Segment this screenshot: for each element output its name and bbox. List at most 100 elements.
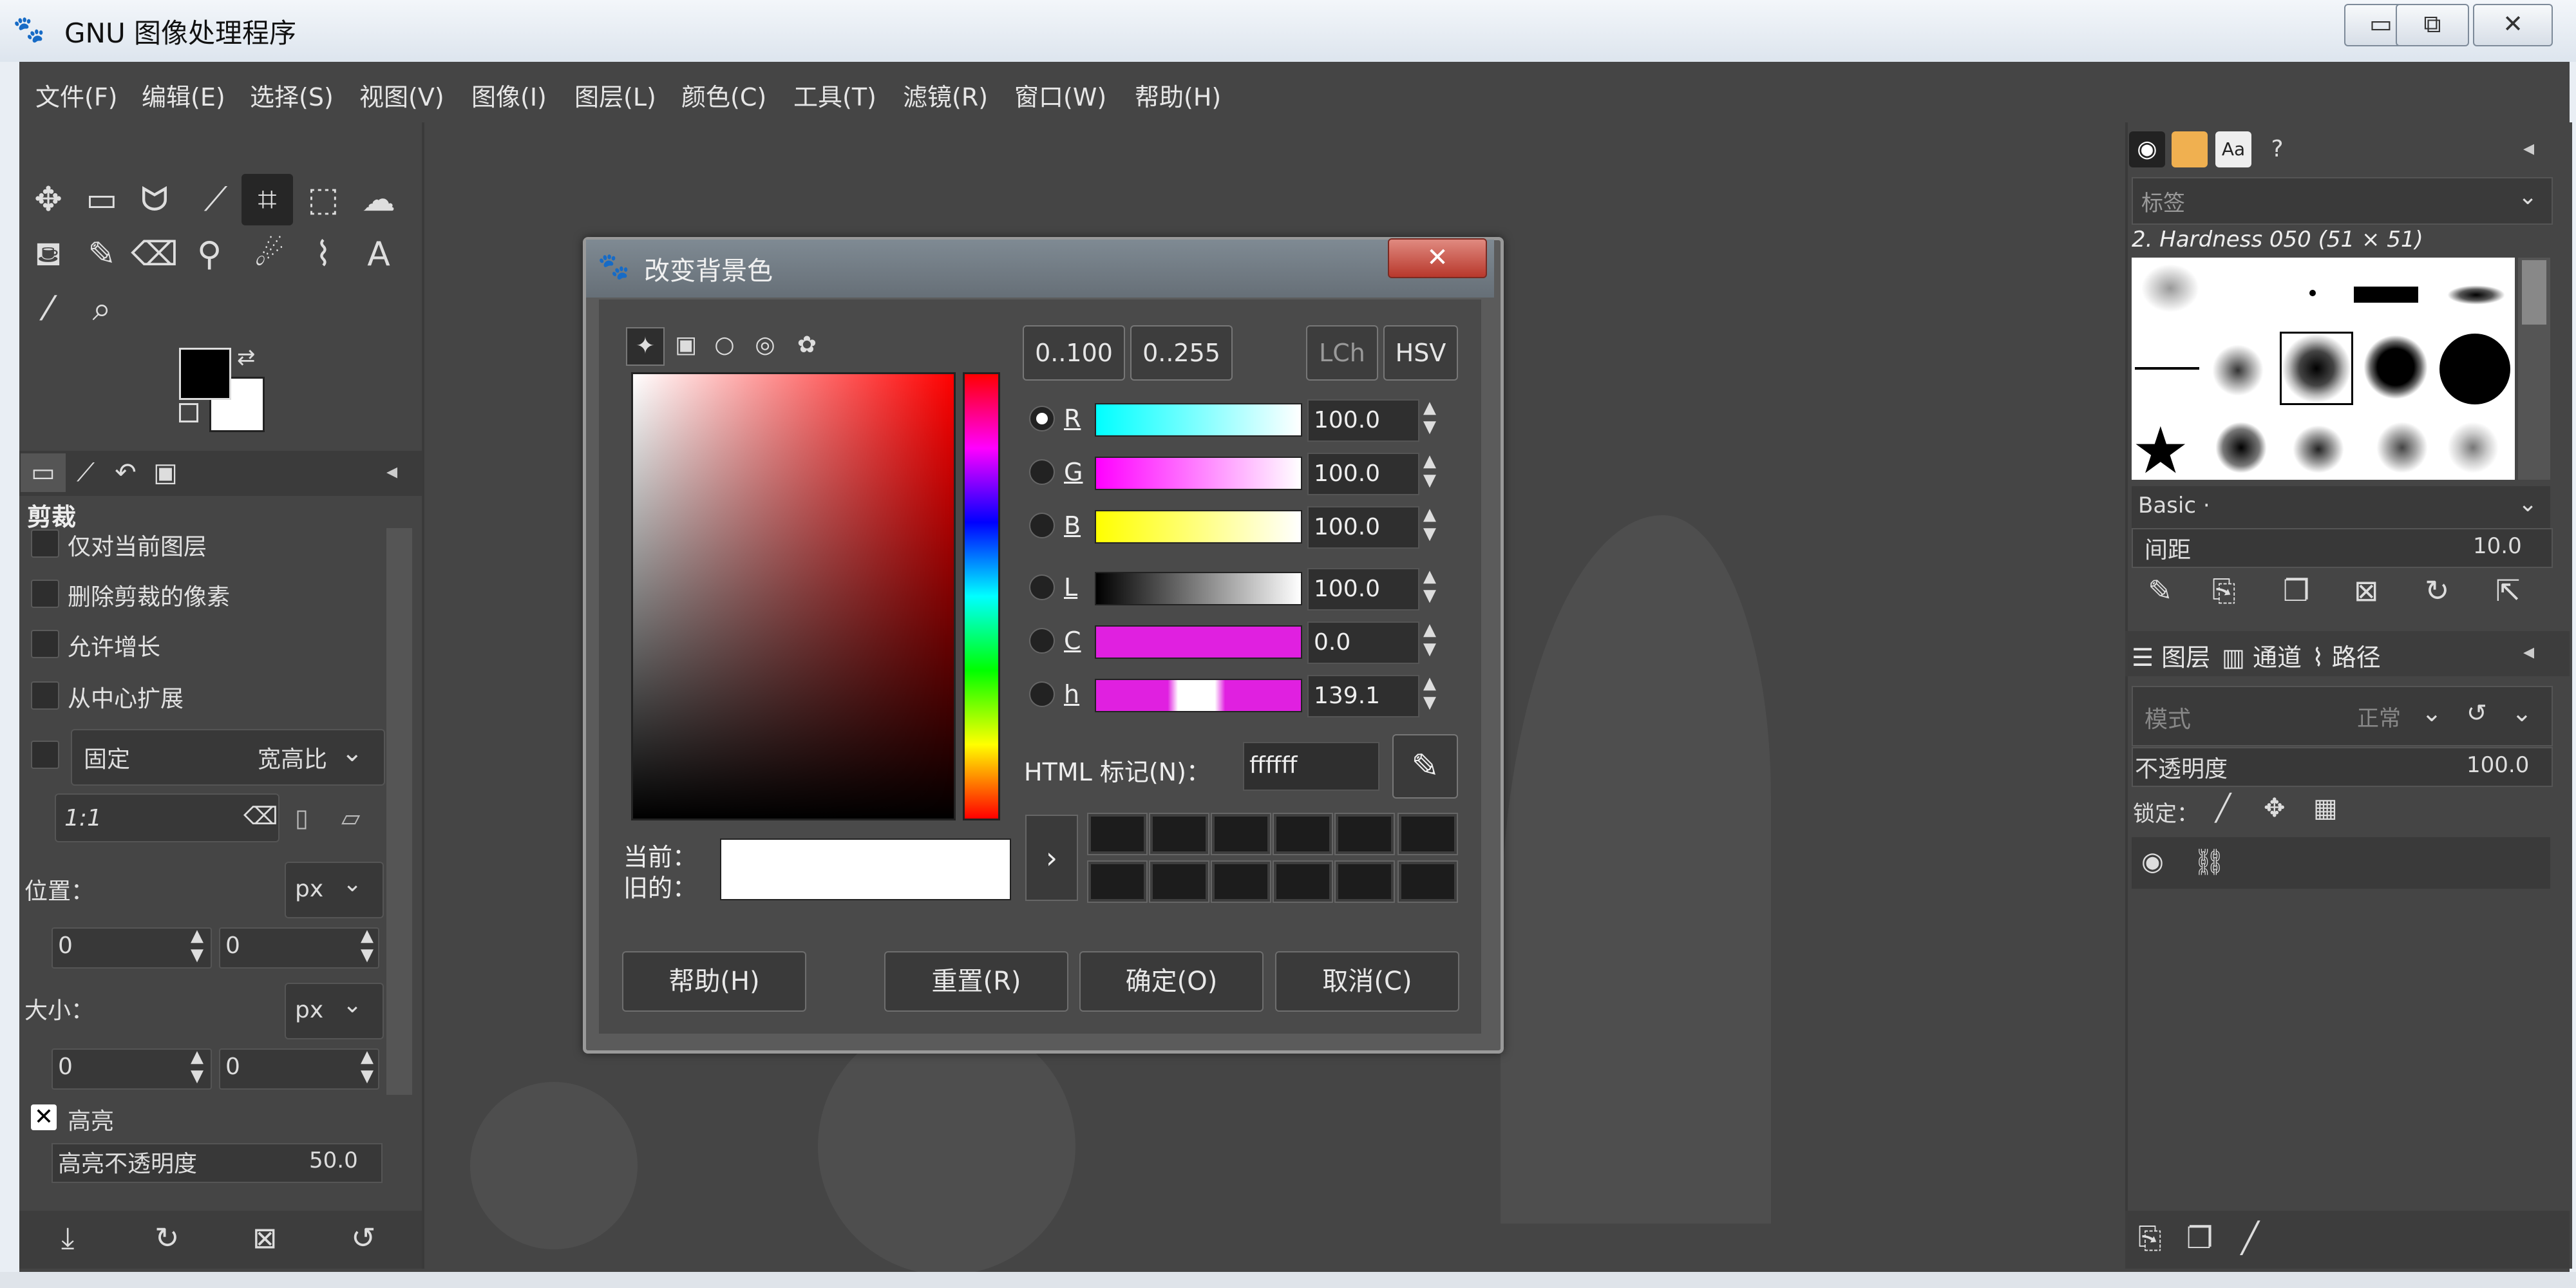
delete-preset-icon[interactable]: ⊠ <box>252 1220 278 1255</box>
new-brush-icon[interactable]: ⎘ <box>2212 573 2236 609</box>
checkbox-highlight[interactable]: ✕ <box>31 1104 57 1130</box>
cmyk-selector-tab-icon[interactable]: ▣ <box>668 327 704 363</box>
brush-item[interactable] <box>2447 285 2505 305</box>
radio-l[interactable] <box>1029 574 1055 600</box>
size-width-input[interactable] <box>52 1048 212 1090</box>
brush-item[interactable] <box>2309 290 2316 296</box>
size-height-input[interactable] <box>219 1048 379 1090</box>
color-picker-tool-icon[interactable]: ⁄ <box>23 283 74 335</box>
zoom-tool-icon[interactable]: ⌕ <box>76 283 128 335</box>
spin-arrows-icon[interactable]: ▲ ▼ <box>1423 398 1436 437</box>
spin-arrows-icon[interactable]: ▲ ▼ <box>1423 674 1436 712</box>
slider-g[interactable] <box>1095 457 1302 490</box>
visibility-eye-icon[interactable]: ◉ <box>2141 847 2164 876</box>
close-window-button[interactable]: ✕ <box>2473 4 2553 46</box>
warp-tool-icon[interactable]: ☁ <box>353 174 404 225</box>
dialog-close-button[interactable]: ✕ <box>1388 238 1487 278</box>
ok-button[interactable]: 确定(O) <box>1079 951 1264 1012</box>
foreground-color-swatch[interactable] <box>179 348 231 400</box>
brush-item[interactable] <box>2215 422 2267 473</box>
radio-b[interactable] <box>1029 513 1055 538</box>
history-swatch[interactable] <box>1087 813 1148 855</box>
rect-select-tool-icon[interactable]: ▭ <box>76 174 128 225</box>
gimp-selector-tab-icon[interactable]: ✦ <box>626 327 665 366</box>
spin-arrows-icon[interactable]: ▲ ▼ <box>361 926 374 965</box>
swap-colors-icon[interactable]: ⇄ <box>237 345 256 370</box>
brush-item[interactable] <box>2354 287 2418 303</box>
checkbox-delete-cropped[interactable] <box>31 580 59 608</box>
reset-button[interactable]: 重置(R) <box>884 951 1068 1012</box>
brush-grid[interactable]: ★ <box>2132 258 2515 483</box>
saturation-value-square[interactable] <box>631 372 956 820</box>
star-brush-icon[interactable]: ★ <box>2132 419 2190 483</box>
eraser-tool-icon[interactable]: ⌫ <box>129 229 180 280</box>
radio-g[interactable] <box>1029 459 1055 485</box>
history-swatch[interactable] <box>1397 860 1458 903</box>
brush-tag-filter[interactable] <box>2132 177 2553 225</box>
lock-position-icon[interactable]: ✥ <box>2264 793 2286 823</box>
move-tool-icon[interactable]: ✥ <box>23 174 74 225</box>
paintbrush-tool-icon[interactable]: ✎ <box>76 229 128 280</box>
lock-alpha-icon[interactable]: ▦ <box>2313 793 2338 823</box>
cancel-button[interactable]: 取消(C) <box>1275 951 1459 1012</box>
help-tab-icon[interactable]: ? <box>2259 131 2295 167</box>
history-swatch[interactable] <box>1211 813 1271 855</box>
position-y-input[interactable] <box>219 927 379 969</box>
patterns-tab-icon[interactable]: ■ <box>2172 131 2208 167</box>
new-layer-group-icon[interactable]: ❐ <box>2186 1220 2213 1255</box>
menu-tools[interactable]: 工具(T) <box>793 77 876 113</box>
history-swatch[interactable] <box>1211 860 1271 903</box>
unified-transform-tool-icon[interactable]: ⬚ <box>298 174 349 225</box>
history-swatch[interactable] <box>1149 860 1209 903</box>
menu-select[interactable]: 选择(S) <box>250 77 334 113</box>
checkbox-expand-from-center[interactable] <box>31 681 59 710</box>
tool-options-scrollbar[interactable] <box>386 528 412 1095</box>
brush-item-selected[interactable] <box>2280 332 2353 405</box>
brush-item[interactable] <box>2293 425 2344 473</box>
history-swatch[interactable] <box>1334 860 1395 903</box>
fonts-tab-icon[interactable]: Aa <box>2215 131 2251 167</box>
menu-colors[interactable]: 颜色(C) <box>681 77 766 113</box>
history-swatch[interactable] <box>1149 813 1209 855</box>
reset-mode-icon[interactable]: ↺ <box>2467 699 2487 727</box>
menu-windows[interactable]: 窗口(W) <box>1014 77 1106 113</box>
spin-arrows-icon[interactable]: ▲ ▼ <box>1423 620 1436 659</box>
edit-brush-icon[interactable]: ✎ <box>2148 573 2173 608</box>
menu-filters[interactable]: 滤镜(R) <box>903 77 988 113</box>
history-swatch[interactable] <box>1273 860 1333 903</box>
edit-icon[interactable]: ╱ <box>2241 1220 2259 1255</box>
radio-h[interactable] <box>1029 681 1055 707</box>
new-layer-icon[interactable]: ⎘ <box>2138 1220 2162 1256</box>
range-0-100-button[interactable]: 0..100 <box>1023 325 1125 381</box>
lasso-tool-icon[interactable]: ᗢ <box>129 174 180 225</box>
chain-link-icon[interactable]: ⛓ <box>2193 847 2226 877</box>
brush-item[interactable] <box>2363 335 2428 399</box>
lch-button[interactable]: LCh <box>1306 325 1378 381</box>
brushes-tab-icon[interactable]: ◉ <box>2129 131 2165 167</box>
brush-item[interactable] <box>2447 422 2499 473</box>
spin-arrows-icon[interactable]: ▲ ▼ <box>191 1047 204 1086</box>
radio-r[interactable] <box>1029 406 1055 431</box>
panel-menu-icon[interactable]: ◂ <box>2523 135 2534 161</box>
eyedropper-icon[interactable]: ✎ <box>1392 734 1458 799</box>
lock-pixels-icon[interactable]: ╱ <box>2215 793 2231 823</box>
hsv-button[interactable]: HSV <box>1383 325 1458 381</box>
open-as-image-icon[interactable]: ⇱ <box>2496 573 2521 608</box>
checkbox-allow-growing[interactable] <box>31 630 59 658</box>
history-swatch[interactable] <box>1334 813 1395 855</box>
device-status-tab-icon[interactable]: ⟋ <box>63 453 108 492</box>
range-0-255-button[interactable]: 0..255 <box>1130 325 1233 381</box>
panel-menu-icon[interactable]: ◂ <box>2523 639 2534 665</box>
menu-image[interactable]: 图像(I) <box>471 77 547 113</box>
radio-c[interactable] <box>1029 628 1055 654</box>
fuzzy-select-tool-icon[interactable]: ⟋ <box>190 174 242 225</box>
clear-icon[interactable]: ⌫ <box>243 802 278 830</box>
slider-r[interactable] <box>1095 403 1302 437</box>
tool-options-tab-icon[interactable]: ▭ <box>21 453 66 492</box>
checkbox-fixed[interactable] <box>31 741 59 769</box>
spin-arrows-icon[interactable]: ▲ ▼ <box>191 926 204 965</box>
layer-mode-select[interactable] <box>2132 686 2553 746</box>
tab-layers[interactable]: ☰ 图层 <box>2132 638 2210 673</box>
brush-item[interactable] <box>2376 422 2428 473</box>
brush-item[interactable] <box>2135 367 2199 370</box>
